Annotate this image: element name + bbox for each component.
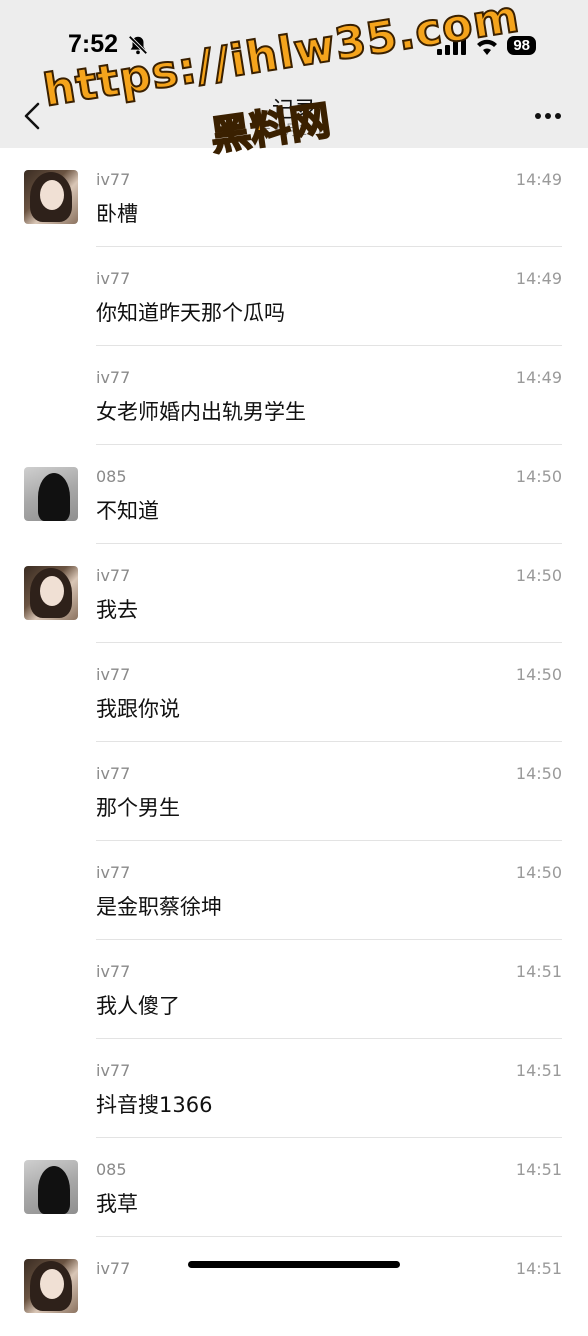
avatar-face [40,180,64,210]
message-row[interactable]: 085 14:51 我草 [0,1138,588,1237]
sender-name: iv77 [96,1061,131,1080]
mute-bell-icon [128,35,148,55]
message-text: 是金职蔡徐坤 [96,895,222,919]
sender-name: 085 [96,1160,127,1179]
avatar-figure [38,1166,70,1214]
battery-indicator: 98 [507,36,536,55]
sender-name: iv77 [96,170,131,189]
message-text: 我跟你说 [96,697,180,721]
message-text: 不知道 [96,499,159,523]
message-time: 14:51 [515,1061,562,1080]
message-time: 14:51 [515,1259,562,1278]
message-row[interactable]: iv77 14:50 我跟你说 [0,643,588,742]
message-row[interactable]: iv77 14:49 卧槽 [0,148,588,247]
message-text: 我去 [96,598,138,622]
status-time: 7:52 [68,30,119,58]
message-time: 14:50 [515,566,562,585]
sender-name: iv77 [96,566,131,585]
wifi-icon [477,39,498,55]
avatar-face [40,576,64,606]
more-options-icon[interactable] [534,112,562,120]
message-text: 我人傻了 [96,994,180,1018]
status-right: 98 [437,36,536,55]
avatar[interactable] [24,170,78,224]
avatar-figure [38,473,70,521]
avatar[interactable] [24,1160,78,1214]
avatar[interactable] [24,1259,78,1313]
page-subtitle: 年 0月20日 [257,123,331,139]
message-time: 14:50 [515,863,562,882]
message-text: 那个男生 [96,796,180,820]
message-text: 抖音搜1366 [96,1093,213,1117]
avatar[interactable] [24,467,78,521]
message-time: 14:50 [515,467,562,486]
message-time: 14:51 [515,1160,562,1179]
message-row[interactable]: iv77 14:51 [0,1237,588,1336]
sender-name: iv77 [96,665,131,684]
message-time: 14:51 [515,962,562,981]
message-row[interactable]: iv77 14:51 抖音搜1366 [0,1039,588,1138]
message-time: 14:50 [515,665,562,684]
message-list: iv77 14:49 卧槽 iv77 14:49 你知道昨天那个瓜吗 iv77 14:49 女老… [0,148,588,1336]
message-time: 14:49 [515,368,562,387]
message-row[interactable]: iv77 14:51 我人傻了 [0,940,588,1039]
header: 7:52 98 记录 年 0月20日 [0,0,588,148]
message-row[interactable]: iv77 14:50 是金职蔡徐坤 [0,841,588,940]
message-text: 卧槽 [96,202,138,226]
avatar-face [40,1269,64,1299]
sender-name: iv77 [96,962,131,981]
message-time: 14:49 [515,170,562,189]
message-row[interactable]: iv77 14:49 女老师婚内出轨男学生 [0,346,588,445]
message-time: 14:50 [515,764,562,783]
message-time: 14:49 [515,269,562,288]
message-text: 我草 [96,1192,138,1216]
sender-name: iv77 [96,269,131,288]
signal-icon [437,36,467,55]
sender-name: iv77 [96,1259,131,1278]
home-indicator[interactable] [188,1261,400,1268]
sender-name: iv77 [96,863,131,882]
message-text: 女老师婚内出轨男学生 [96,400,306,424]
message-text: 你知道昨天那个瓜吗 [96,301,285,325]
message-row[interactable]: 085 14:50 不知道 [0,445,588,544]
message-row[interactable]: iv77 14:50 那个男生 [0,742,588,841]
sender-name: iv77 [96,368,131,387]
sender-name: iv77 [96,764,131,783]
avatar[interactable] [24,566,78,620]
message-row[interactable]: iv77 14:49 你知道昨天那个瓜吗 [0,247,588,346]
sender-name: 085 [96,467,127,486]
message-row[interactable]: iv77 14:50 我去 [0,544,588,643]
